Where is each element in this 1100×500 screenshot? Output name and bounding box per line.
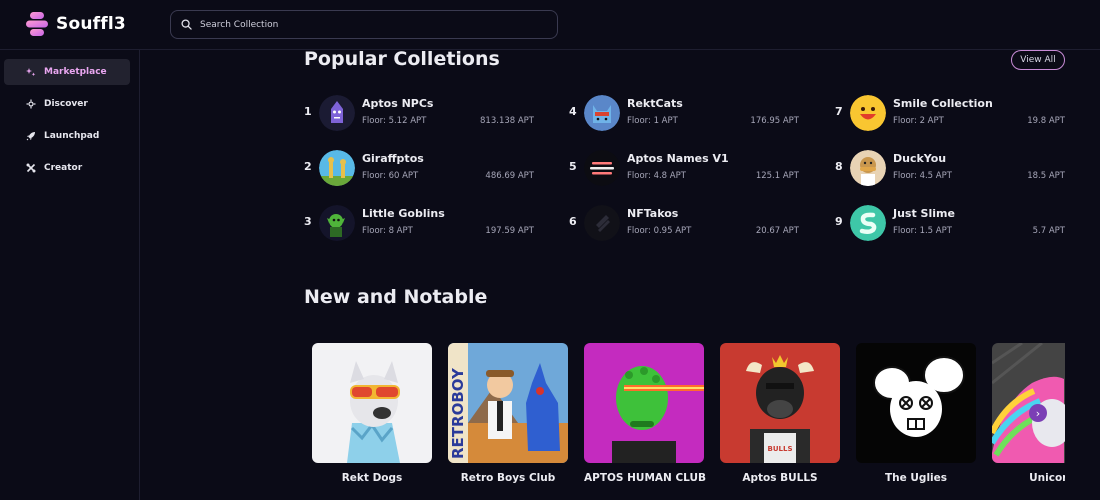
collection-floor: Floor: 8 APT bbox=[362, 226, 413, 236]
collection-volume: 19.8 APT bbox=[1027, 116, 1065, 126]
nft-card-label: Aptos BULLS bbox=[742, 472, 818, 484]
notable-card-the-uglies[interactable]: The Uglies bbox=[856, 343, 976, 484]
collection-name: DuckYou bbox=[893, 152, 947, 165]
collection-row-aptos-names-v1[interactable]: 5 Aptos Names V1 Floor: 4.8 APT 125.1 AP… bbox=[569, 150, 799, 190]
search-icon bbox=[181, 19, 192, 30]
sidebar-item-label: Discover bbox=[44, 99, 88, 109]
nft-image bbox=[856, 343, 976, 463]
rocket-icon bbox=[26, 132, 35, 141]
sparkle-icon bbox=[26, 68, 36, 77]
collection-floor: Floor: 4.8 APT bbox=[627, 171, 686, 181]
collection-row-just-slime[interactable]: 9 Just Slime Floor: 1.5 APT 5.7 APT bbox=[835, 205, 1065, 245]
collection-rank: 2 bbox=[304, 160, 312, 173]
search-input[interactable] bbox=[200, 19, 530, 30]
nft-card-label: Retro Boys Club bbox=[460, 472, 556, 484]
collection-row-duckyou[interactable]: 8 DuckYou Floor: 4.5 APT 18.5 APT bbox=[835, 150, 1065, 190]
collection-avatar bbox=[319, 150, 355, 186]
collection-row-nftakos[interactable]: 6 NFTakos Floor: 0.95 APT 20.67 APT bbox=[569, 205, 799, 245]
search-bar[interactable] bbox=[170, 10, 558, 39]
tools-icon bbox=[26, 163, 36, 173]
sidebar-item-creator[interactable]: Creator bbox=[4, 155, 130, 181]
chevron-right-icon: › bbox=[1035, 406, 1041, 420]
collection-volume: 813.138 APT bbox=[480, 116, 534, 126]
nft-card-label: Unicorn bbox=[1029, 472, 1065, 484]
collection-floor: Floor: 60 APT bbox=[362, 171, 419, 181]
collection-row-little-goblins[interactable]: 3 Little Goblins Floor: 8 APT 197.59 APT bbox=[304, 205, 534, 245]
collection-name: Aptos NPCs bbox=[362, 97, 434, 110]
collection-name: Little Goblins bbox=[362, 207, 445, 220]
collection-row-smile-collection[interactable]: 7 Smile Collection Floor: 2 APT 19.8 APT bbox=[835, 95, 1065, 135]
nft-card-label: The Uglies bbox=[884, 472, 948, 484]
svg-text:BULLS: BULLS bbox=[768, 445, 793, 453]
collection-volume: 5.7 APT bbox=[1032, 226, 1065, 236]
nft-image: RETROBOY bbox=[448, 343, 568, 463]
collection-avatar bbox=[584, 95, 620, 131]
nft-image bbox=[312, 343, 432, 463]
collection-avatar bbox=[319, 95, 355, 131]
popular-collections-title: Popular Colletions bbox=[304, 48, 500, 70]
nft-image: BULLS bbox=[720, 343, 840, 463]
collection-avatar bbox=[319, 205, 355, 241]
collection-rank: 8 bbox=[835, 160, 843, 173]
collection-name: Aptos Names V1 bbox=[627, 152, 729, 165]
nft-card-label: Rekt Dogs bbox=[341, 472, 403, 484]
notable-card-retro-boys-club[interactable]: RETROBOY Retro Boys Club bbox=[448, 343, 568, 484]
sidebar-item-label: Launchpad bbox=[44, 131, 100, 141]
collection-volume: 20.67 APT bbox=[755, 226, 799, 236]
collection-name: NFTakos bbox=[627, 207, 679, 220]
collection-rank: 7 bbox=[835, 105, 843, 118]
collection-volume: 197.59 APT bbox=[485, 226, 534, 236]
collection-avatar bbox=[850, 150, 886, 186]
souffl3-logo-icon bbox=[26, 12, 48, 36]
collection-row-aptos-npcs[interactable]: 1 Aptos NPCs Floor: 5.12 APT 813.138 APT bbox=[304, 95, 534, 135]
collection-row-giraffptos[interactable]: 2 Giraffptos Floor: 60 APT 486.69 APT bbox=[304, 150, 534, 190]
sidebar-item-discover[interactable]: Discover bbox=[4, 91, 130, 117]
collection-floor: Floor: 2 APT bbox=[893, 116, 944, 126]
collection-name: Giraffptos bbox=[362, 152, 424, 165]
collection-floor: Floor: 5.12 APT bbox=[362, 116, 427, 126]
collection-floor: Floor: 1.5 APT bbox=[893, 226, 952, 236]
sidebar-item-marketplace[interactable]: Marketplace bbox=[4, 59, 130, 85]
sidebar-item-label: Creator bbox=[44, 163, 83, 173]
collection-rank: 4 bbox=[569, 105, 577, 118]
collection-volume: 176.95 APT bbox=[750, 116, 799, 126]
collection-volume: 125.1 APT bbox=[755, 171, 799, 181]
notable-carousel: Rekt Dogs RETROBOY Retro Boys Club APTOS… bbox=[300, 330, 1065, 500]
collection-avatar bbox=[850, 95, 886, 131]
brand-logo[interactable]: Souffl3 bbox=[26, 10, 126, 38]
brand-name: Souffl3 bbox=[56, 14, 126, 34]
top-header: Souffl3 bbox=[0, 0, 1100, 50]
collection-rank: 5 bbox=[569, 160, 577, 173]
nft-image bbox=[584, 343, 704, 463]
svg-text:RETROBOY: RETROBOY bbox=[449, 367, 467, 459]
collection-volume: 486.69 APT bbox=[485, 171, 534, 181]
collection-avatar bbox=[584, 205, 620, 241]
collection-avatar bbox=[850, 205, 886, 241]
notable-card-rekt-dogs[interactable]: Rekt Dogs bbox=[312, 343, 432, 484]
collection-volume: 18.5 APT bbox=[1027, 171, 1065, 181]
sidebar: Marketplace Discover Launchpad Creator bbox=[0, 50, 140, 500]
compass-icon bbox=[26, 99, 36, 109]
collection-avatar bbox=[584, 150, 620, 186]
sidebar-item-label: Marketplace bbox=[44, 67, 107, 77]
collection-rank: 1 bbox=[304, 105, 312, 118]
carousel-next-button[interactable]: › bbox=[1029, 404, 1047, 422]
collection-name: Smile Collection bbox=[893, 97, 993, 110]
collection-rank: 6 bbox=[569, 215, 577, 228]
collection-name: Just Slime bbox=[893, 207, 955, 220]
collection-rank: 9 bbox=[835, 215, 843, 228]
nft-image bbox=[992, 343, 1065, 463]
collection-floor: Floor: 1 APT bbox=[627, 116, 678, 126]
sidebar-item-launchpad[interactable]: Launchpad bbox=[4, 123, 130, 149]
nft-card-label: APTOS HUMAN CLUB bbox=[584, 472, 707, 484]
collection-row-rektcats[interactable]: 4 RektCats Floor: 1 APT 176.95 APT bbox=[569, 95, 799, 135]
collection-rank: 3 bbox=[304, 215, 312, 228]
notable-card-aptos-bulls[interactable]: BULLS Aptos BULLS bbox=[720, 343, 840, 484]
collection-floor: Floor: 4.5 APT bbox=[893, 171, 952, 181]
notable-card-aptos-human-club[interactable]: APTOS HUMAN CLUB bbox=[584, 343, 707, 484]
view-all-button[interactable]: View All bbox=[1011, 50, 1065, 70]
collection-name: RektCats bbox=[627, 97, 683, 110]
new-and-notable-title: New and Notable bbox=[304, 286, 488, 308]
collection-floor: Floor: 0.95 APT bbox=[627, 226, 692, 236]
